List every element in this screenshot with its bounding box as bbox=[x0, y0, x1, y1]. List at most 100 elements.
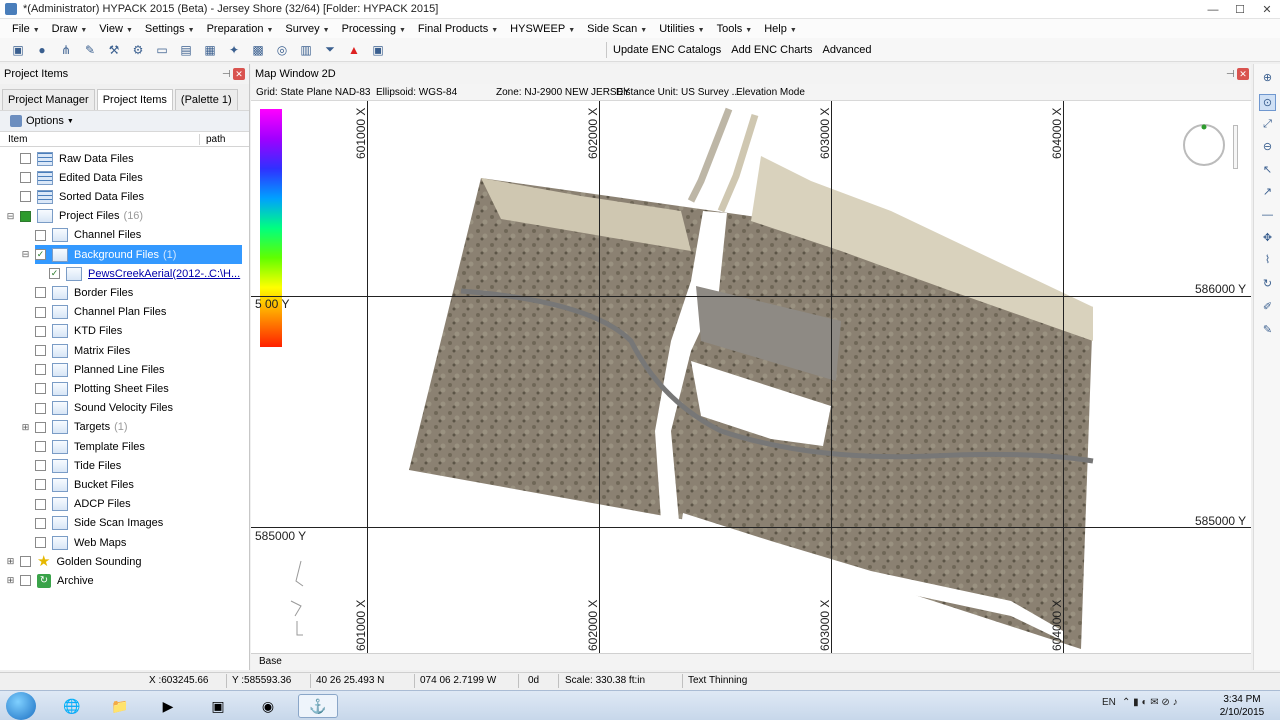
pin-icon[interactable]: ⊣ bbox=[222, 69, 231, 80]
item-checkbox[interactable] bbox=[35, 306, 46, 318]
item-checkbox[interactable] bbox=[35, 402, 46, 414]
text-thinning-toggle[interactable]: Text Thinning bbox=[688, 675, 747, 686]
language-indicator[interactable]: EN bbox=[1102, 697, 1116, 708]
menu-help[interactable]: Help ▼ bbox=[758, 23, 803, 35]
item-checkbox[interactable] bbox=[35, 364, 46, 376]
item-checkbox[interactable] bbox=[20, 210, 31, 222]
item-checkbox[interactable] bbox=[35, 345, 46, 356]
expand-icon[interactable]: ⊞ bbox=[21, 422, 30, 432]
edit-icon[interactable]: ✎ bbox=[80, 41, 100, 59]
collapse-icon[interactable]: ⊟ bbox=[21, 250, 30, 259]
rotate-icon[interactable]: ↻ bbox=[1259, 276, 1276, 293]
pointer-icon[interactable]: ↗ bbox=[1259, 184, 1276, 201]
menu-survey[interactable]: Survey ▼ bbox=[279, 23, 335, 35]
menu-utilities[interactable]: Utilities ▼ bbox=[653, 23, 710, 35]
base-layer-tab[interactable]: Base bbox=[251, 653, 1251, 670]
folder-app-icon[interactable]: 📁 bbox=[100, 694, 140, 718]
item-checkbox[interactable] bbox=[35, 460, 46, 472]
item-checkbox[interactable]: ✓ bbox=[35, 249, 46, 260]
item-checkbox[interactable] bbox=[20, 191, 31, 203]
tree-item[interactable]: Raw Data Files bbox=[0, 149, 248, 168]
tray-icons[interactable]: ⌃ ▮ ◐ ✉ ⊘ ♪ bbox=[1122, 697, 1178, 708]
zoom-in-icon[interactable]: ⊕ bbox=[1259, 70, 1276, 87]
options-dropdown[interactable]: Options ▼ bbox=[0, 110, 249, 132]
page-icon[interactable]: ▭ bbox=[152, 41, 172, 59]
tree-item[interactable]: KTD Files bbox=[0, 322, 248, 341]
collapse-icon[interactable]: ⊟ bbox=[6, 211, 15, 221]
satellite-icon[interactable]: ◎ bbox=[272, 41, 292, 59]
node-icon[interactable]: ⌇ bbox=[1259, 252, 1276, 269]
wand-icon[interactable]: ✦ bbox=[224, 41, 244, 59]
warning-icon[interactable]: ▲ bbox=[344, 41, 364, 59]
tree-item[interactable]: ⊟ ✓ Background Files (1) bbox=[22, 245, 242, 264]
zoom-out-icon[interactable]: ⊖ bbox=[1259, 139, 1276, 156]
tree-item[interactable]: Border Files bbox=[0, 283, 248, 302]
advanced-button[interactable]: Advanced bbox=[823, 44, 872, 56]
tree-item[interactable]: Sound Velocity Files bbox=[0, 399, 248, 418]
item-checkbox[interactable] bbox=[35, 517, 46, 529]
item-checkbox[interactable] bbox=[35, 441, 46, 452]
expand-icon[interactable]: ⊞ bbox=[6, 557, 15, 566]
network-icon[interactable]: ⋔ bbox=[56, 41, 76, 59]
item-checkbox[interactable] bbox=[35, 537, 46, 548]
filter-icon[interactable]: ⏷ bbox=[320, 41, 340, 59]
save-icon[interactable]: ▣ bbox=[8, 41, 28, 59]
item-checkbox[interactable] bbox=[35, 498, 46, 510]
chart-icon[interactable]: ▩ bbox=[248, 41, 268, 59]
terminal-app-icon[interactable]: ▣ bbox=[198, 694, 238, 718]
add-enc-charts-button[interactable]: Add ENC Charts bbox=[731, 44, 812, 56]
item-checkbox[interactable] bbox=[20, 153, 31, 164]
map-pin-icon[interactable]: ⊣ bbox=[1226, 69, 1235, 80]
tab-project-manager[interactable]: Project Manager bbox=[2, 89, 95, 110]
tree-item[interactable]: Bucket Files bbox=[0, 475, 248, 494]
item-checkbox[interactable] bbox=[20, 556, 31, 568]
maximize-button[interactable]: ☐ bbox=[1227, 0, 1253, 19]
menu-preparation[interactable]: Preparation ▼ bbox=[201, 23, 280, 35]
zoom-extents-icon[interactable]: ⤢ bbox=[1259, 116, 1276, 133]
item-checkbox[interactable] bbox=[35, 383, 46, 395]
item-checkbox[interactable] bbox=[35, 325, 46, 337]
close-window-button[interactable]: ✕ bbox=[1254, 0, 1280, 19]
media-player-icon[interactable]: ▶ bbox=[148, 694, 188, 718]
menu-tools[interactable]: Tools ▼ bbox=[711, 23, 759, 35]
start-button-icon[interactable] bbox=[6, 692, 36, 720]
menu-draw[interactable]: Draw ▼ bbox=[46, 23, 94, 35]
item-path[interactable]: C:\H... bbox=[209, 268, 240, 280]
column-path[interactable]: path bbox=[200, 134, 225, 145]
edit-node-icon[interactable]: ✎ bbox=[1259, 322, 1276, 339]
tree-item[interactable]: Side Scan Images bbox=[0, 514, 248, 533]
item-checkbox[interactable] bbox=[20, 575, 31, 587]
hypack-task-icon[interactable]: ⚓ bbox=[298, 694, 338, 718]
select-icon[interactable]: ↖ bbox=[1259, 162, 1276, 179]
firefox-icon[interactable]: ◉ bbox=[248, 694, 288, 718]
tree-item[interactable]: Channel Files bbox=[0, 226, 248, 245]
close-map-icon[interactable]: ✕ bbox=[1237, 68, 1249, 80]
menu-view[interactable]: View ▼ bbox=[93, 23, 139, 35]
zoom-slider[interactable] bbox=[1233, 125, 1238, 169]
map-canvas[interactable]: 601000 X 602000 X 603000 X 604000 X 6010… bbox=[251, 101, 1251, 653]
globe-icon[interactable]: ● bbox=[32, 41, 52, 59]
menu-settings[interactable]: Settings ▼ bbox=[139, 23, 201, 35]
book-icon[interactable]: ▤ bbox=[176, 41, 196, 59]
close-panel-icon[interactable]: ✕ bbox=[233, 68, 245, 80]
item-checkbox[interactable] bbox=[35, 421, 46, 433]
tree-item[interactable]: Plotting Sheet Files bbox=[0, 379, 248, 398]
menu-hysweep[interactable]: HYSWEEP ▼ bbox=[504, 23, 581, 35]
item-checkbox[interactable] bbox=[35, 287, 46, 299]
zoom-window-icon[interactable]: ⊙ bbox=[1259, 94, 1276, 111]
tree-item[interactable]: Matrix Files bbox=[0, 341, 248, 360]
item-checkbox[interactable]: ✓ bbox=[49, 268, 60, 280]
pan-icon[interactable]: ✥ bbox=[1259, 230, 1276, 247]
archive-icon[interactable]: ▣ bbox=[368, 41, 388, 59]
clock[interactable]: 3:34 PM 2/10/2015 bbox=[1212, 693, 1272, 719]
tree-item[interactable]: ADCP Files bbox=[0, 495, 248, 514]
tree-item[interactable]: Template Files bbox=[0, 437, 248, 456]
item-checkbox[interactable] bbox=[20, 172, 31, 184]
draw-icon[interactable]: ✐ bbox=[1259, 299, 1276, 316]
column-item[interactable]: Item bbox=[0, 133, 200, 145]
minimize-button[interactable]: — bbox=[1200, 0, 1226, 19]
layers-icon[interactable]: ▦ bbox=[200, 41, 220, 59]
tree-item[interactable]: Planned Line Files bbox=[0, 360, 248, 379]
tab-palette-1[interactable]: (Palette 1) bbox=[174, 89, 238, 110]
item-checkbox[interactable] bbox=[35, 479, 46, 491]
